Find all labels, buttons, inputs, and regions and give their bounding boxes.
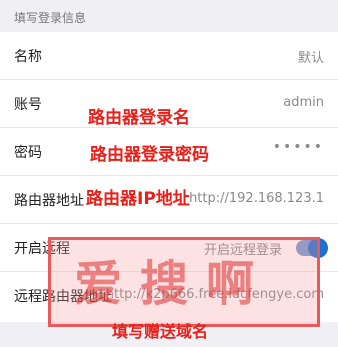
password-value: ••••• — [272, 139, 324, 155]
row-name[interactable]: 名称 默认 — [0, 32, 338, 80]
annotation-password: 路由器登录密码 — [90, 145, 209, 165]
account-value: admin — [283, 95, 324, 110]
annotation-username: 路由器登录名 — [88, 108, 190, 128]
annotation-remote: 填写赠送域名 — [112, 322, 209, 341]
name-value: 默认 — [297, 51, 324, 66]
watermark-text: 爱搜啊 — [74, 256, 273, 312]
row-label: 账号 — [14, 97, 42, 113]
section-header: 填写登录信息 — [0, 0, 338, 32]
section-title: 填写登录信息 — [14, 11, 87, 25]
row-label: 名称 — [14, 49, 42, 65]
annotation-address: 路由器IP地址 — [86, 189, 190, 209]
router-address-value: http://192.168.123.1 — [189, 191, 324, 206]
row-label: 密码 — [14, 145, 42, 161]
row-label: 路由器地址 — [14, 193, 84, 209]
